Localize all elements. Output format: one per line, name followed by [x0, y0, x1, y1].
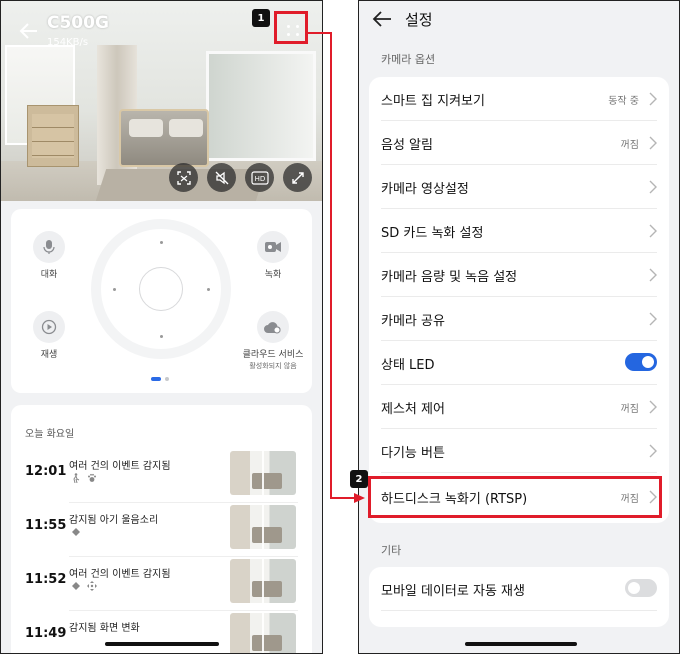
video-scene-sofa: [119, 109, 209, 167]
setting-label: 스마트 집 지켜보기: [381, 94, 485, 109]
setting-volume-recording[interactable]: 카메라 음량 및 녹음 설정: [369, 253, 669, 297]
setting-label: 제스처 제어: [381, 402, 445, 417]
event-list: 오늘 화요일 12:01 여러 건의 이벤트 감지됨 11:55 감지됨 아기 …: [11, 405, 312, 653]
status-led-toggle[interactable]: [625, 353, 657, 371]
page-title: 설정: [405, 11, 433, 29]
event-thumbnail[interactable]: [230, 559, 296, 603]
event-row[interactable]: 11:52 여러 건의 이벤트 감지됨: [11, 557, 312, 611]
chevron-right-icon: [649, 444, 657, 458]
back-arrow-icon[interactable]: [371, 9, 393, 29]
setting-sd-card-recording[interactable]: SD 카드 녹화 설정: [369, 209, 669, 253]
event-row[interactable]: 12:01 여러 건의 이벤트 감지됨: [11, 449, 312, 503]
setting-label: 카메라 영상설정: [381, 182, 469, 197]
section-camera-options: 카메라 옵션: [381, 53, 436, 66]
setting-label: 모바일 데이터로 자동 재생: [381, 584, 525, 599]
setting-label: 다기능 버튼: [381, 446, 445, 461]
setting-gesture-control[interactable]: 제스처 제어 꺼짐: [369, 385, 669, 429]
joystick-center[interactable]: [139, 267, 183, 311]
setting-mobile-data-autoplay: 모바일 데이터로 자동 재생: [369, 567, 669, 611]
event-thumbnail[interactable]: [230, 451, 296, 495]
event-time: 11:55: [25, 518, 67, 533]
highlight-rtsp-setting: [368, 476, 662, 518]
home-indicator: [105, 642, 219, 646]
playback-label: 재생: [40, 350, 58, 360]
mute-icon[interactable]: [207, 163, 236, 192]
record-button[interactable]: 녹화: [235, 231, 311, 281]
setting-label: 음성 알림: [381, 138, 433, 153]
event-row[interactable]: 11:55 감지됨 아기 울음소리: [11, 503, 312, 557]
page-indicator: [151, 377, 169, 381]
video-scene-window-right: [206, 51, 316, 161]
settings-header: 설정: [359, 1, 679, 37]
hd-label: HD: [254, 175, 265, 183]
home-indicator: [465, 642, 577, 646]
section-other: 기타: [381, 544, 402, 557]
cloud-service-status: 활성화되지 않음: [249, 362, 297, 370]
bitrate-readout: 154KB/s: [47, 37, 89, 48]
chevron-right-icon: [649, 136, 657, 150]
highlight-more-button: [274, 11, 308, 44]
setting-smart-home-watch[interactable]: 스마트 집 지켜보기 동작 중: [369, 77, 669, 121]
talk-button[interactable]: 대화: [11, 231, 87, 281]
playback-button[interactable]: 재생: [11, 311, 87, 361]
camera-options-group: 스마트 집 지켜보기 동작 중 음성 알림 꺼짐 카메라 영상설정 SD 카드 …: [369, 77, 669, 523]
event-time: 11:52: [25, 572, 67, 587]
setting-value: 꺼짐: [620, 404, 639, 415]
video-scene-dresser: [27, 105, 79, 167]
settings-screen: 설정 카메라 옵션 스마트 집 지켜보기 동작 중 음성 알림 꺼짐 카메라 영…: [358, 0, 680, 654]
pet-icon: [88, 473, 96, 482]
event-day-header: 오늘 화요일: [25, 429, 75, 440]
fullscreen-icon[interactable]: [283, 163, 312, 192]
cloud-service-button[interactable]: 클라우드 서비스 활성화되지 않음: [235, 311, 311, 371]
talk-label: 대화: [40, 270, 58, 280]
back-arrow-icon[interactable]: [17, 19, 41, 43]
event-row[interactable]: 11:49 감지됨 화면 변화: [11, 611, 312, 653]
record-label: 녹화: [264, 270, 282, 280]
event-title: 감지됨 아기 울음소리: [69, 515, 159, 526]
camera-name: C500G: [47, 13, 109, 33]
sound-icon: [72, 528, 80, 536]
control-panel: 대화 녹화 재생 클라우드 서비스 활성화되지 않음: [11, 209, 312, 393]
microphone-icon: [33, 231, 65, 263]
setting-camera-share[interactable]: 카메라 공유: [369, 297, 669, 341]
move-icon: [87, 581, 97, 591]
event-time: 11:49: [25, 626, 67, 641]
setting-value: 꺼짐: [620, 140, 639, 151]
setting-value: 동작 중: [608, 96, 639, 107]
video-camera-icon: [257, 231, 289, 263]
setting-video[interactable]: 카메라 영상설정: [369, 165, 669, 209]
setting-status-led: 상태 LED: [369, 341, 669, 385]
event-title: 감지됨 화면 변화: [69, 623, 140, 634]
other-options-group: 모바일 데이터로 자동 재생: [369, 567, 669, 627]
event-title: 여러 건의 이벤트 감지됨: [69, 569, 171, 580]
event-thumbnail[interactable]: [230, 505, 296, 549]
setting-voice-alert[interactable]: 음성 알림 꺼짐: [369, 121, 669, 165]
chevron-right-icon: [649, 92, 657, 106]
chevron-right-icon: [649, 312, 657, 326]
cloud-icon: [257, 311, 289, 343]
chevron-right-icon: [649, 224, 657, 238]
setting-multifunction-button[interactable]: 다기능 버튼: [369, 429, 669, 473]
pan-tilt-joystick[interactable]: [91, 219, 231, 359]
setting-label: 카메라 공유: [381, 314, 445, 329]
chevron-right-icon: [649, 400, 657, 414]
hd-icon[interactable]: HD: [245, 163, 274, 192]
chevron-right-icon: [649, 268, 657, 282]
mobile-data-autoplay-toggle[interactable]: [625, 579, 657, 597]
event-time: 12:01: [25, 464, 67, 479]
step-2-badge: 2: [350, 470, 368, 488]
event-thumbnail[interactable]: [230, 613, 296, 653]
person-icon: [73, 473, 80, 483]
setting-label: SD 카드 녹화 설정: [381, 226, 484, 241]
cloud-service-label: 클라우드 서비스: [242, 350, 304, 360]
screenshot-icon[interactable]: [169, 163, 198, 192]
setting-label: 카메라 음량 및 녹음 설정: [381, 270, 518, 285]
camera-live-screen: C500G 154KB/s HD 대화 녹화 재생 클라우드 서비스 활성화되지…: [0, 0, 323, 654]
sound-icon: [72, 582, 80, 590]
play-icon: [33, 311, 65, 343]
event-title: 여러 건의 이벤트 감지됨: [69, 461, 171, 472]
chevron-right-icon: [649, 180, 657, 194]
setting-label: 상태 LED: [381, 358, 435, 373]
step-1-badge: 1: [252, 9, 270, 27]
